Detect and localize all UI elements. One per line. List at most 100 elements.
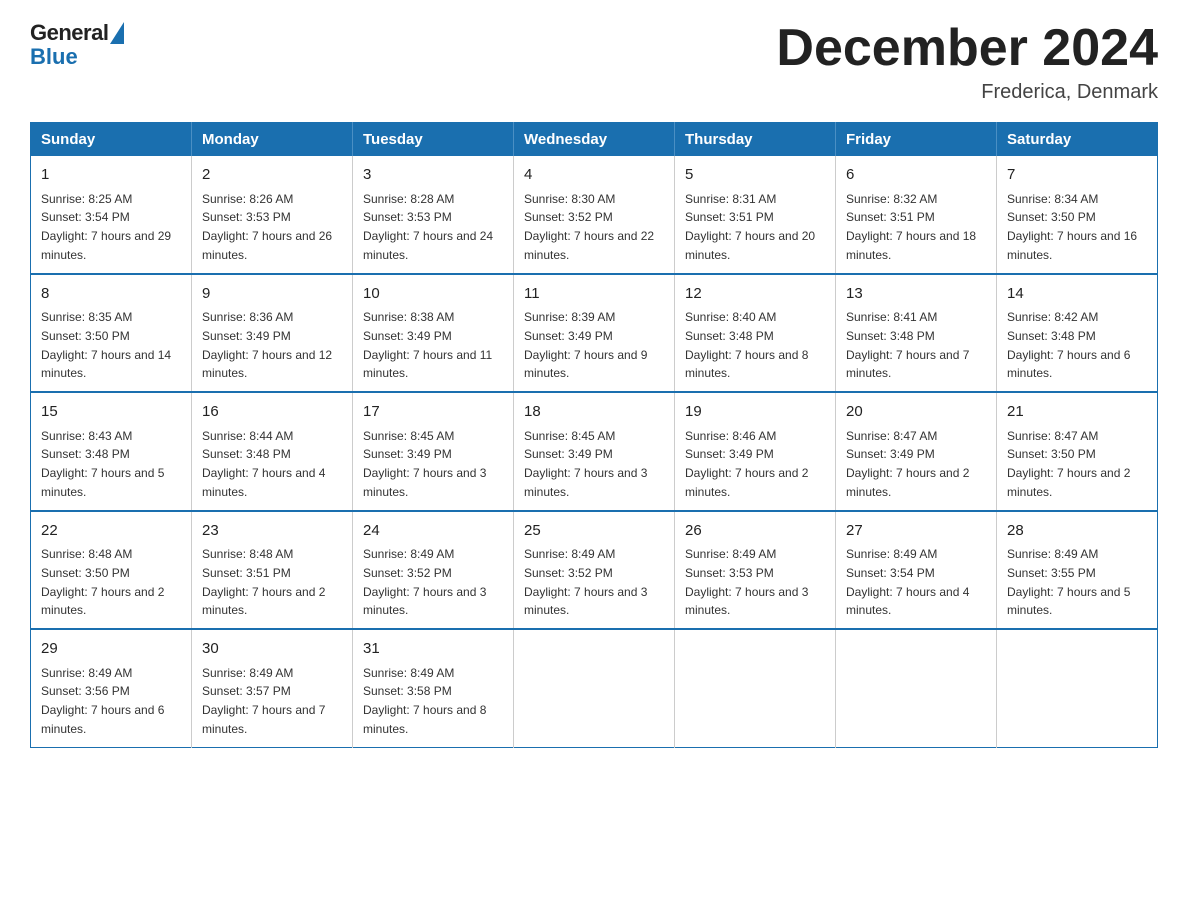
day-number: 12 [685,283,825,306]
calendar-cell: 2 Sunrise: 8:26 AMSunset: 3:53 PMDayligh… [192,156,353,274]
calendar-cell: 17 Sunrise: 8:45 AMSunset: 3:49 PMDaylig… [353,392,514,511]
calendar-cell: 26 Sunrise: 8:49 AMSunset: 3:53 PMDaylig… [675,511,836,630]
day-info: Sunrise: 8:25 AMSunset: 3:54 PMDaylight:… [41,192,171,262]
day-number: 24 [363,520,503,543]
day-number: 16 [202,401,342,424]
calendar-cell: 29 Sunrise: 8:49 AMSunset: 3:56 PMDaylig… [31,629,192,747]
day-number: 9 [202,283,342,306]
day-number: 17 [363,401,503,424]
day-info: Sunrise: 8:41 AMSunset: 3:48 PMDaylight:… [846,310,969,380]
calendar-cell: 19 Sunrise: 8:46 AMSunset: 3:49 PMDaylig… [675,392,836,511]
day-info: Sunrise: 8:49 AMSunset: 3:52 PMDaylight:… [524,547,647,617]
day-info: Sunrise: 8:47 AMSunset: 3:50 PMDaylight:… [1007,429,1130,499]
calendar-cell: 10 Sunrise: 8:38 AMSunset: 3:49 PMDaylig… [353,274,514,393]
day-of-week-tuesday: Tuesday [353,123,514,157]
calendar-cell: 21 Sunrise: 8:47 AMSunset: 3:50 PMDaylig… [997,392,1158,511]
day-number: 2 [202,164,342,187]
day-number: 29 [41,638,181,661]
logo-blue-text: Blue [30,44,78,70]
calendar-week-5: 29 Sunrise: 8:49 AMSunset: 3:56 PMDaylig… [31,629,1158,747]
calendar-cell: 30 Sunrise: 8:49 AMSunset: 3:57 PMDaylig… [192,629,353,747]
day-number: 26 [685,520,825,543]
day-info: Sunrise: 8:32 AMSunset: 3:51 PMDaylight:… [846,192,976,262]
day-number: 11 [524,283,664,306]
calendar-cell: 7 Sunrise: 8:34 AMSunset: 3:50 PMDayligh… [997,156,1158,274]
day-number: 5 [685,164,825,187]
day-info: Sunrise: 8:35 AMSunset: 3:50 PMDaylight:… [41,310,171,380]
day-info: Sunrise: 8:36 AMSunset: 3:49 PMDaylight:… [202,310,332,380]
day-of-week-friday: Friday [836,123,997,157]
calendar-cell: 6 Sunrise: 8:32 AMSunset: 3:51 PMDayligh… [836,156,997,274]
month-title: December 2024 [776,20,1158,77]
calendar-cell: 23 Sunrise: 8:48 AMSunset: 3:51 PMDaylig… [192,511,353,630]
day-info: Sunrise: 8:49 AMSunset: 3:57 PMDaylight:… [202,666,325,736]
day-info: Sunrise: 8:28 AMSunset: 3:53 PMDaylight:… [363,192,493,262]
day-number: 23 [202,520,342,543]
day-info: Sunrise: 8:42 AMSunset: 3:48 PMDaylight:… [1007,310,1130,380]
calendar-body: 1 Sunrise: 8:25 AMSunset: 3:54 PMDayligh… [31,156,1158,747]
calendar-cell: 31 Sunrise: 8:49 AMSunset: 3:58 PMDaylig… [353,629,514,747]
calendar-cell: 13 Sunrise: 8:41 AMSunset: 3:48 PMDaylig… [836,274,997,393]
calendar-cell: 22 Sunrise: 8:48 AMSunset: 3:50 PMDaylig… [31,511,192,630]
calendar-week-1: 1 Sunrise: 8:25 AMSunset: 3:54 PMDayligh… [31,156,1158,274]
calendar-cell: 27 Sunrise: 8:49 AMSunset: 3:54 PMDaylig… [836,511,997,630]
calendar-cell: 28 Sunrise: 8:49 AMSunset: 3:55 PMDaylig… [997,511,1158,630]
calendar-cell [997,629,1158,747]
day-info: Sunrise: 8:49 AMSunset: 3:56 PMDaylight:… [41,666,164,736]
calendar-cell [836,629,997,747]
day-info: Sunrise: 8:49 AMSunset: 3:53 PMDaylight:… [685,547,808,617]
calendar-week-2: 8 Sunrise: 8:35 AMSunset: 3:50 PMDayligh… [31,274,1158,393]
day-info: Sunrise: 8:39 AMSunset: 3:49 PMDaylight:… [524,310,647,380]
calendar-header: SundayMondayTuesdayWednesdayThursdayFrid… [31,123,1158,157]
day-info: Sunrise: 8:45 AMSunset: 3:49 PMDaylight:… [524,429,647,499]
day-number: 13 [846,283,986,306]
day-info: Sunrise: 8:49 AMSunset: 3:58 PMDaylight:… [363,666,486,736]
calendar-cell: 20 Sunrise: 8:47 AMSunset: 3:49 PMDaylig… [836,392,997,511]
day-number: 14 [1007,283,1147,306]
day-number: 21 [1007,401,1147,424]
calendar-cell: 5 Sunrise: 8:31 AMSunset: 3:51 PMDayligh… [675,156,836,274]
day-number: 22 [41,520,181,543]
day-number: 31 [363,638,503,661]
calendar-week-4: 22 Sunrise: 8:48 AMSunset: 3:50 PMDaylig… [31,511,1158,630]
day-info: Sunrise: 8:38 AMSunset: 3:49 PMDaylight:… [363,310,492,380]
calendar-cell: 18 Sunrise: 8:45 AMSunset: 3:49 PMDaylig… [514,392,675,511]
day-number: 10 [363,283,503,306]
calendar-cell: 11 Sunrise: 8:39 AMSunset: 3:49 PMDaylig… [514,274,675,393]
day-number: 28 [1007,520,1147,543]
day-info: Sunrise: 8:49 AMSunset: 3:52 PMDaylight:… [363,547,486,617]
day-info: Sunrise: 8:30 AMSunset: 3:52 PMDaylight:… [524,192,654,262]
calendar-cell [514,629,675,747]
calendar-table: SundayMondayTuesdayWednesdayThursdayFrid… [30,122,1158,748]
day-number: 6 [846,164,986,187]
day-of-week-thursday: Thursday [675,123,836,157]
calendar-week-3: 15 Sunrise: 8:43 AMSunset: 3:48 PMDaylig… [31,392,1158,511]
day-number: 3 [363,164,503,187]
day-number: 1 [41,164,181,187]
day-info: Sunrise: 8:49 AMSunset: 3:54 PMDaylight:… [846,547,969,617]
calendar-cell: 16 Sunrise: 8:44 AMSunset: 3:48 PMDaylig… [192,392,353,511]
page-header: General Blue December 2024 Frederica, De… [30,20,1158,104]
calendar-cell: 14 Sunrise: 8:42 AMSunset: 3:48 PMDaylig… [997,274,1158,393]
day-number: 7 [1007,164,1147,187]
day-info: Sunrise: 8:43 AMSunset: 3:48 PMDaylight:… [41,429,164,499]
day-of-week-monday: Monday [192,123,353,157]
day-info: Sunrise: 8:48 AMSunset: 3:51 PMDaylight:… [202,547,325,617]
calendar-cell: 4 Sunrise: 8:30 AMSunset: 3:52 PMDayligh… [514,156,675,274]
logo: General Blue [30,20,124,70]
calendar-cell: 8 Sunrise: 8:35 AMSunset: 3:50 PMDayligh… [31,274,192,393]
title-area: December 2024 Frederica, Denmark [776,20,1158,104]
day-info: Sunrise: 8:26 AMSunset: 3:53 PMDaylight:… [202,192,332,262]
location-text: Frederica, Denmark [776,81,1158,104]
calendar-cell: 9 Sunrise: 8:36 AMSunset: 3:49 PMDayligh… [192,274,353,393]
day-of-week-wednesday: Wednesday [514,123,675,157]
day-info: Sunrise: 8:49 AMSunset: 3:55 PMDaylight:… [1007,547,1130,617]
logo-triangle-icon [110,22,124,44]
day-number: 25 [524,520,664,543]
day-number: 8 [41,283,181,306]
day-number: 4 [524,164,664,187]
day-header-row: SundayMondayTuesdayWednesdayThursdayFrid… [31,123,1158,157]
calendar-cell: 25 Sunrise: 8:49 AMSunset: 3:52 PMDaylig… [514,511,675,630]
day-info: Sunrise: 8:46 AMSunset: 3:49 PMDaylight:… [685,429,808,499]
day-number: 18 [524,401,664,424]
